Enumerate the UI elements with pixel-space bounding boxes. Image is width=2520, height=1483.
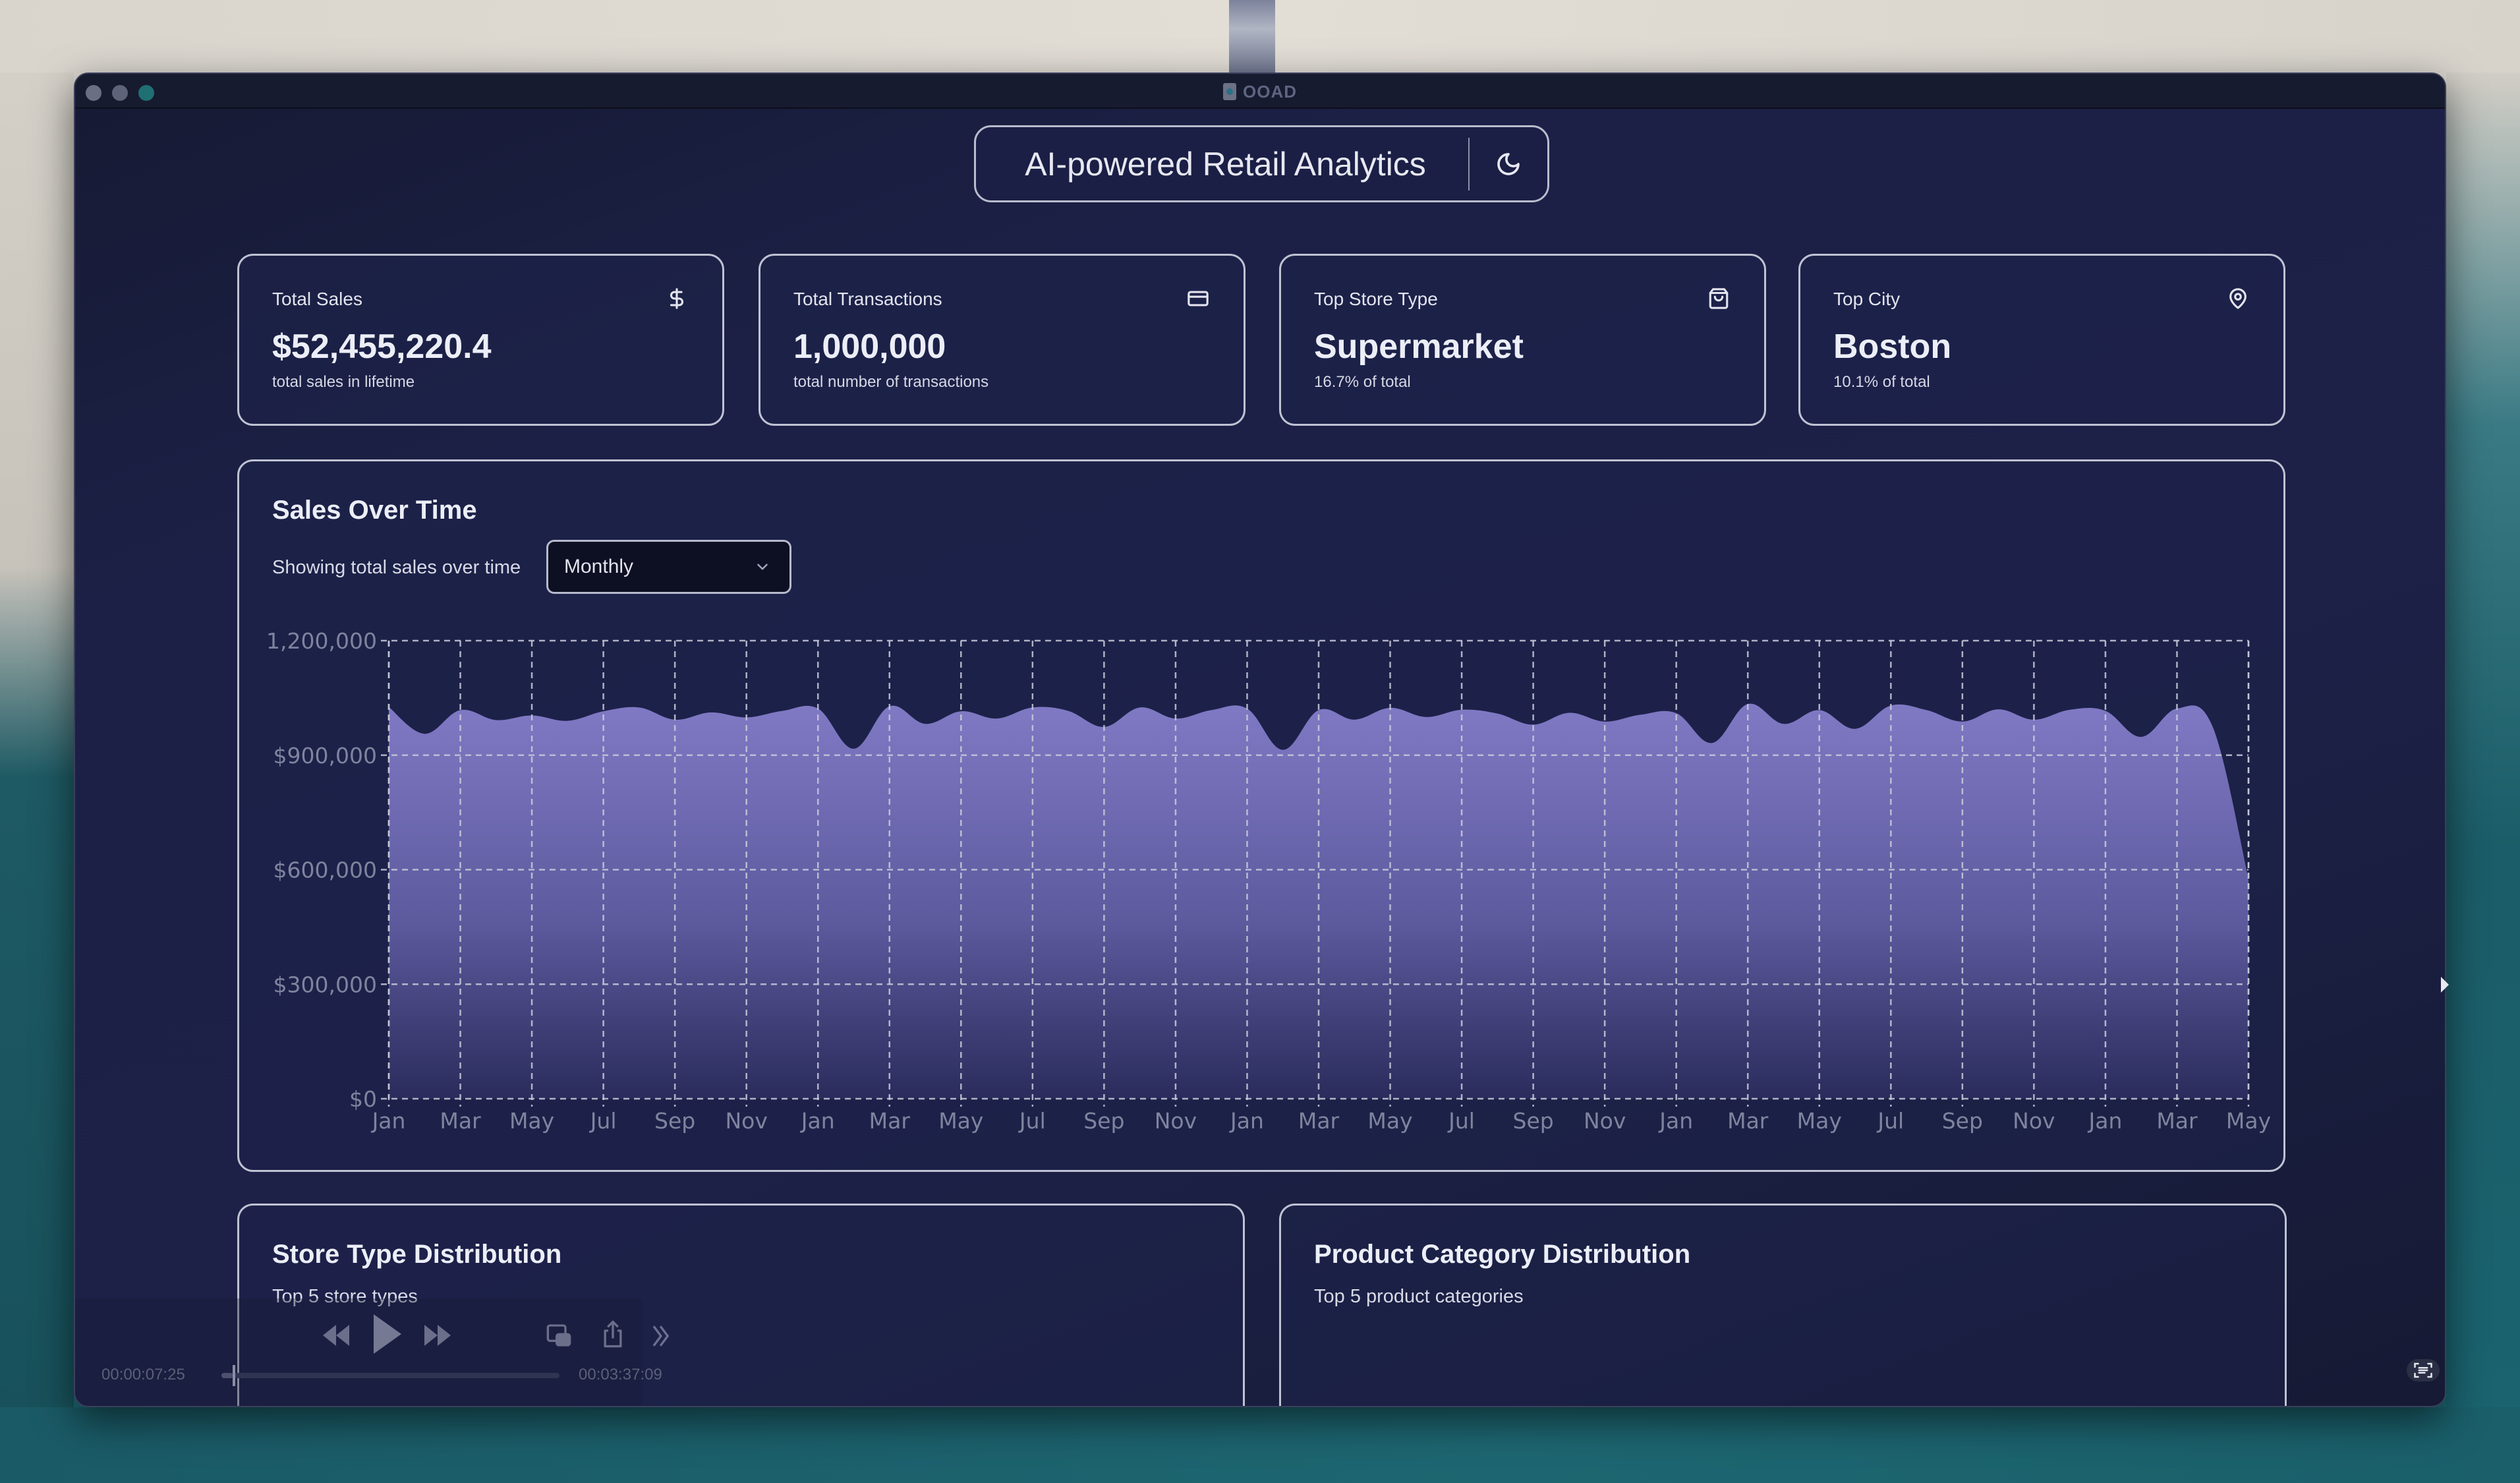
kpi-label: Total Sales — [272, 289, 362, 309]
kpi-subtext: total sales in lifetime — [272, 373, 415, 391]
sales-area-chart: $0$300,000$600,000$900,0001,200,000 Jan M… — [266, 628, 2271, 1134]
x-tick-label: May — [938, 1108, 983, 1134]
kpi-label: Top City — [1833, 289, 1901, 309]
app-header: AI-powered Retail Analytics — [974, 125, 1549, 202]
credit-card-icon — [1188, 291, 1209, 306]
kpi-card-total-sales: Total Sales $52,455,220.4 total sales in… — [237, 254, 724, 426]
sales-over-time-card: Sales Over Time Showing total sales over… — [237, 459, 2285, 1172]
x-tick-label: Sep — [1083, 1108, 1124, 1134]
x-tick-label: Jul — [589, 1108, 617, 1134]
sales-area — [389, 703, 2248, 1099]
title-bar: OOAD — [75, 74, 2445, 109]
dollar-icon — [670, 288, 683, 309]
live-text-button[interactable] — [2407, 1359, 2440, 1381]
rewind-button[interactable] — [320, 1323, 352, 1347]
x-tick-label: Jan — [800, 1108, 835, 1134]
x-tick-label: Mar — [1298, 1108, 1340, 1134]
product-category-distribution-card: Product Category Distribution Top 5 prod… — [1279, 1204, 2287, 1406]
x-tick-label: Nov — [1155, 1108, 1197, 1134]
card-subtitle: Top 5 product categories — [1314, 1286, 1524, 1307]
desktop-window-remnant — [1229, 0, 1275, 73]
kpi-label: Total Transactions — [793, 289, 942, 309]
kpi-card-total-transactions: Total Transactions 1,000,000 total numbe… — [759, 254, 1246, 426]
card-title: Product Category Distribution — [1314, 1240, 1691, 1269]
more-chevron-icon[interactable] — [651, 1325, 671, 1347]
app-title: AI-powered Retail Analytics — [1025, 145, 1426, 183]
kpi-subtext: total number of transactions — [793, 373, 989, 391]
share-icon[interactable] — [601, 1320, 625, 1349]
picture-in-picture-icon[interactable] — [546, 1322, 572, 1349]
kpi-subtext: 16.7% of total — [1314, 373, 1411, 391]
x-tick-label: Jan — [371, 1108, 406, 1134]
app-window: OOAD AI-powered Retail Analytics Total S… — [74, 73, 2446, 1407]
x-tick-label: May — [1367, 1108, 1412, 1134]
mouse-cursor — [2441, 977, 2449, 993]
window-title: OOAD — [75, 82, 2445, 102]
kpi-card-top-store-type: Top Store Type Supermarket 16.7% of tota… — [1279, 254, 1766, 426]
elapsed-time: 00:00:07:25 — [101, 1366, 185, 1383]
kpi-value: 1,000,000 — [793, 328, 946, 366]
total-duration: 00:03:37:09 — [579, 1366, 662, 1383]
desktop-background-right — [2446, 73, 2520, 1483]
x-tick-label: Sep — [1942, 1108, 1983, 1134]
x-tick-label: May — [509, 1108, 554, 1134]
x-tick-label: Jul — [1447, 1108, 1475, 1134]
x-tick-label: Nov — [2013, 1108, 2055, 1134]
x-tick-label: Mar — [869, 1108, 911, 1134]
document-icon — [1223, 83, 1236, 100]
card-title: Store Type Distribution — [272, 1240, 562, 1269]
y-tick-label: $600,000 — [273, 858, 377, 883]
kpi-card-top-city: Top City Boston 10.1% of total — [1798, 254, 2285, 426]
shopping-bag-icon — [1709, 288, 1729, 309]
y-tick-label: $900,000 — [273, 743, 377, 769]
x-tick-label: Mar — [1727, 1108, 1769, 1134]
kpi-value: Supermarket — [1314, 328, 1524, 366]
x-tick-label: Mar — [440, 1108, 481, 1134]
x-tick-label: Mar — [2156, 1108, 2198, 1134]
x-tick-label: Jan — [1658, 1108, 1693, 1134]
kpi-label: Top Store Type — [1314, 289, 1438, 309]
y-tick-label: $300,000 — [273, 972, 377, 997]
playback-progress — [221, 1373, 233, 1378]
x-tick-label: Jan — [2087, 1108, 2122, 1134]
playback-scrubber[interactable] — [221, 1365, 559, 1386]
kpi-value: $52,455,220.4 — [272, 328, 492, 366]
x-tick-label: Jan — [1229, 1108, 1264, 1134]
x-tick-label: Jul — [1876, 1108, 1904, 1134]
kpi-value: Boston — [1833, 328, 1952, 366]
x-tick-label: Sep — [654, 1108, 695, 1134]
fast-forward-button[interactable] — [422, 1323, 453, 1347]
x-tick-label: May — [2226, 1108, 2271, 1134]
playback-knob[interactable] — [233, 1365, 236, 1386]
x-tick-label: Nov — [1584, 1108, 1626, 1134]
map-pin-icon — [2229, 288, 2247, 309]
x-tick-label: Jul — [1018, 1108, 1046, 1134]
x-tick-label: Nov — [725, 1108, 767, 1134]
y-tick-label: 1,200,000 — [266, 628, 377, 654]
text-scan-icon — [2414, 1362, 2432, 1378]
media-player-overlay — [75, 1298, 642, 1406]
x-tick-label: Sep — [1513, 1108, 1554, 1134]
desktop-background-left — [0, 73, 74, 1483]
kpi-subtext: 10.1% of total — [1833, 373, 1930, 391]
desktop-background-bottom — [0, 1407, 2520, 1483]
theme-toggle-button[interactable] — [1470, 127, 1547, 200]
moon-icon — [1497, 152, 1520, 175]
x-tick-label: May — [1797, 1108, 1842, 1134]
play-button[interactable] — [372, 1314, 403, 1354]
window-title-text: OOAD — [1243, 82, 1297, 102]
